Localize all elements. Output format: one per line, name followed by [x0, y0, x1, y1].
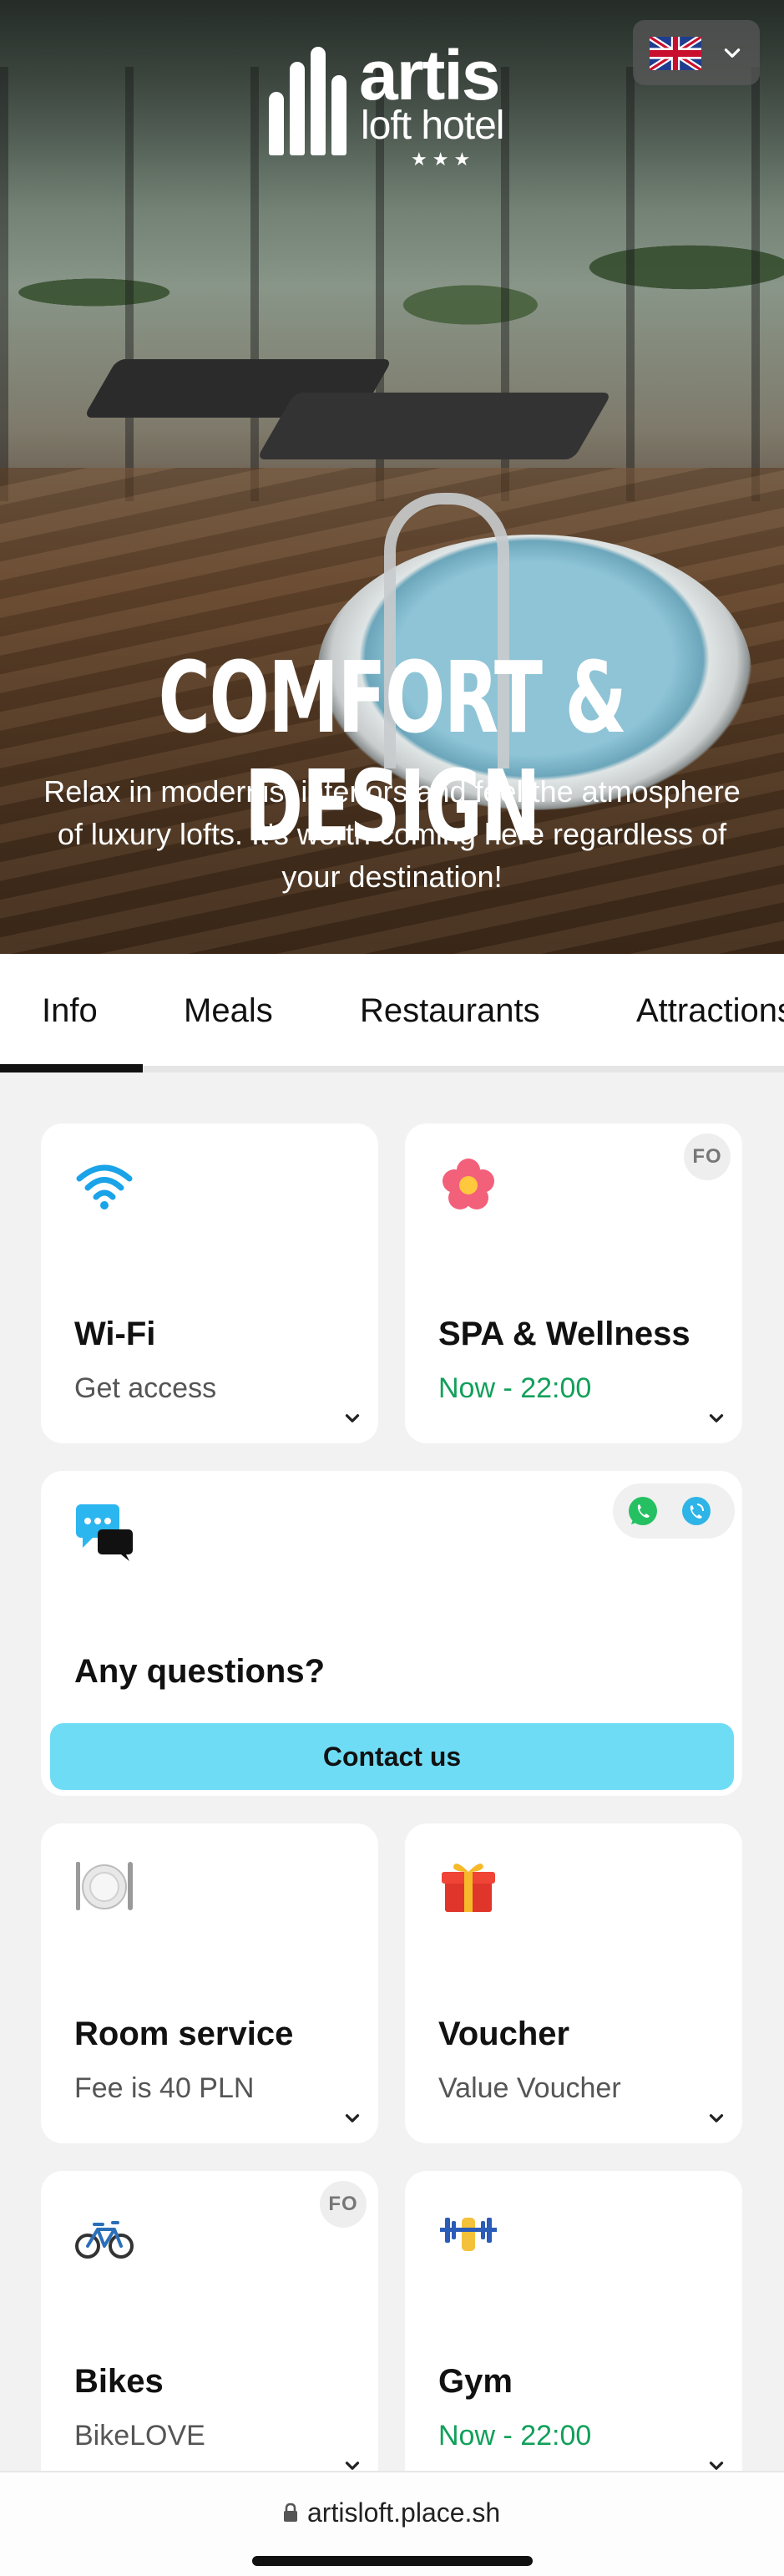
- card-subtitle: Get access: [74, 1372, 217, 1404]
- tab-info[interactable]: Info: [42, 992, 98, 1030]
- chat-bubbles-icon: [76, 1504, 133, 1561]
- fo-badge: FO: [320, 2181, 367, 2228]
- card-voucher[interactable]: Voucher Value Voucher: [405, 1823, 742, 2143]
- card-title: Wi-Fi: [74, 1316, 156, 1352]
- hero-lounger: [255, 393, 613, 459]
- logo-brand: artis: [359, 36, 500, 114]
- viber-icon[interactable]: [680, 1494, 713, 1528]
- messenger-links: [613, 1483, 735, 1539]
- lock-icon: [284, 2502, 297, 2522]
- card-title: Gym: [438, 2363, 513, 2400]
- plate-cutlery-icon: [76, 1862, 133, 1910]
- tab-restaurants[interactable]: Restaurants: [360, 992, 540, 1030]
- card-title: Voucher: [438, 2016, 570, 2052]
- home-indicator[interactable]: [252, 2556, 533, 2566]
- chevron-down-icon: [345, 1414, 360, 1422]
- card-hours: Now - 22:00: [438, 2420, 592, 2452]
- card-wifi[interactable]: Wi-Fi Get access: [41, 1123, 378, 1443]
- uk-flag-icon: [650, 37, 701, 70]
- hero-description: Relax in modernist interiors and feel th…: [43, 774, 741, 894]
- whatsapp-icon[interactable]: [626, 1494, 660, 1528]
- language-selector[interactable]: [633, 20, 760, 85]
- chevron-down-icon: [709, 2114, 724, 2122]
- logo-subtitle: loft hotel: [361, 104, 504, 148]
- url-text: artisloft.place.sh: [307, 2497, 501, 2528]
- flower-icon: [443, 1159, 494, 1209]
- tab-meals[interactable]: Meals: [184, 992, 273, 1030]
- chevron-down-icon: [724, 48, 741, 58]
- card-title: Room service: [74, 2016, 294, 2052]
- browser-url-bar[interactable]: artisloft.place.sh: [0, 2471, 784, 2576]
- card-spa-wellness[interactable]: FO SPA & Wellness Now - 22:00: [405, 1123, 742, 1443]
- bicycle-icon: [75, 2221, 134, 2259]
- chevron-down-icon: [709, 1414, 724, 1422]
- card-subtitle: BikeLOVE: [74, 2420, 205, 2452]
- card-hours: Now - 22:00: [438, 1372, 592, 1404]
- card-title: Any questions?: [74, 1653, 326, 1690]
- card-title: SPA & Wellness: [438, 1316, 690, 1352]
- wifi-icon: [76, 1164, 133, 1209]
- logo-stars: ★★★: [411, 149, 476, 170]
- tab-active-indicator: [0, 1064, 143, 1072]
- tab-attractions[interactable]: Attractions: [636, 992, 784, 1030]
- chevron-down-icon: [345, 2114, 360, 2122]
- card-bikes[interactable]: FO Bikes BikeLOVE: [41, 2171, 378, 2491]
- logo-bars-icon: [269, 47, 349, 155]
- contact-us-button[interactable]: Contact us: [50, 1723, 734, 1790]
- card-gym[interactable]: Gym Now - 22:00: [405, 2171, 742, 2491]
- dumbbell-icon: [440, 2218, 497, 2251]
- card-room-service[interactable]: Room service Fee is 40 PLN: [41, 1823, 378, 2143]
- card-subtitle: Fee is 40 PLN: [74, 2072, 255, 2104]
- hotel-logo: artis loft hotel ★★★: [269, 40, 519, 174]
- gift-icon: [442, 1864, 495, 1912]
- fo-badge: FO: [684, 1133, 731, 1180]
- category-tabs: Info Meals Restaurants Attractions: [0, 954, 784, 1071]
- card-title: Bikes: [74, 2363, 164, 2400]
- hero-banner: artis loft hotel ★★★ COMFORT & DESIGN Re…: [0, 0, 784, 954]
- card-subtitle: Value Voucher: [438, 2072, 621, 2104]
